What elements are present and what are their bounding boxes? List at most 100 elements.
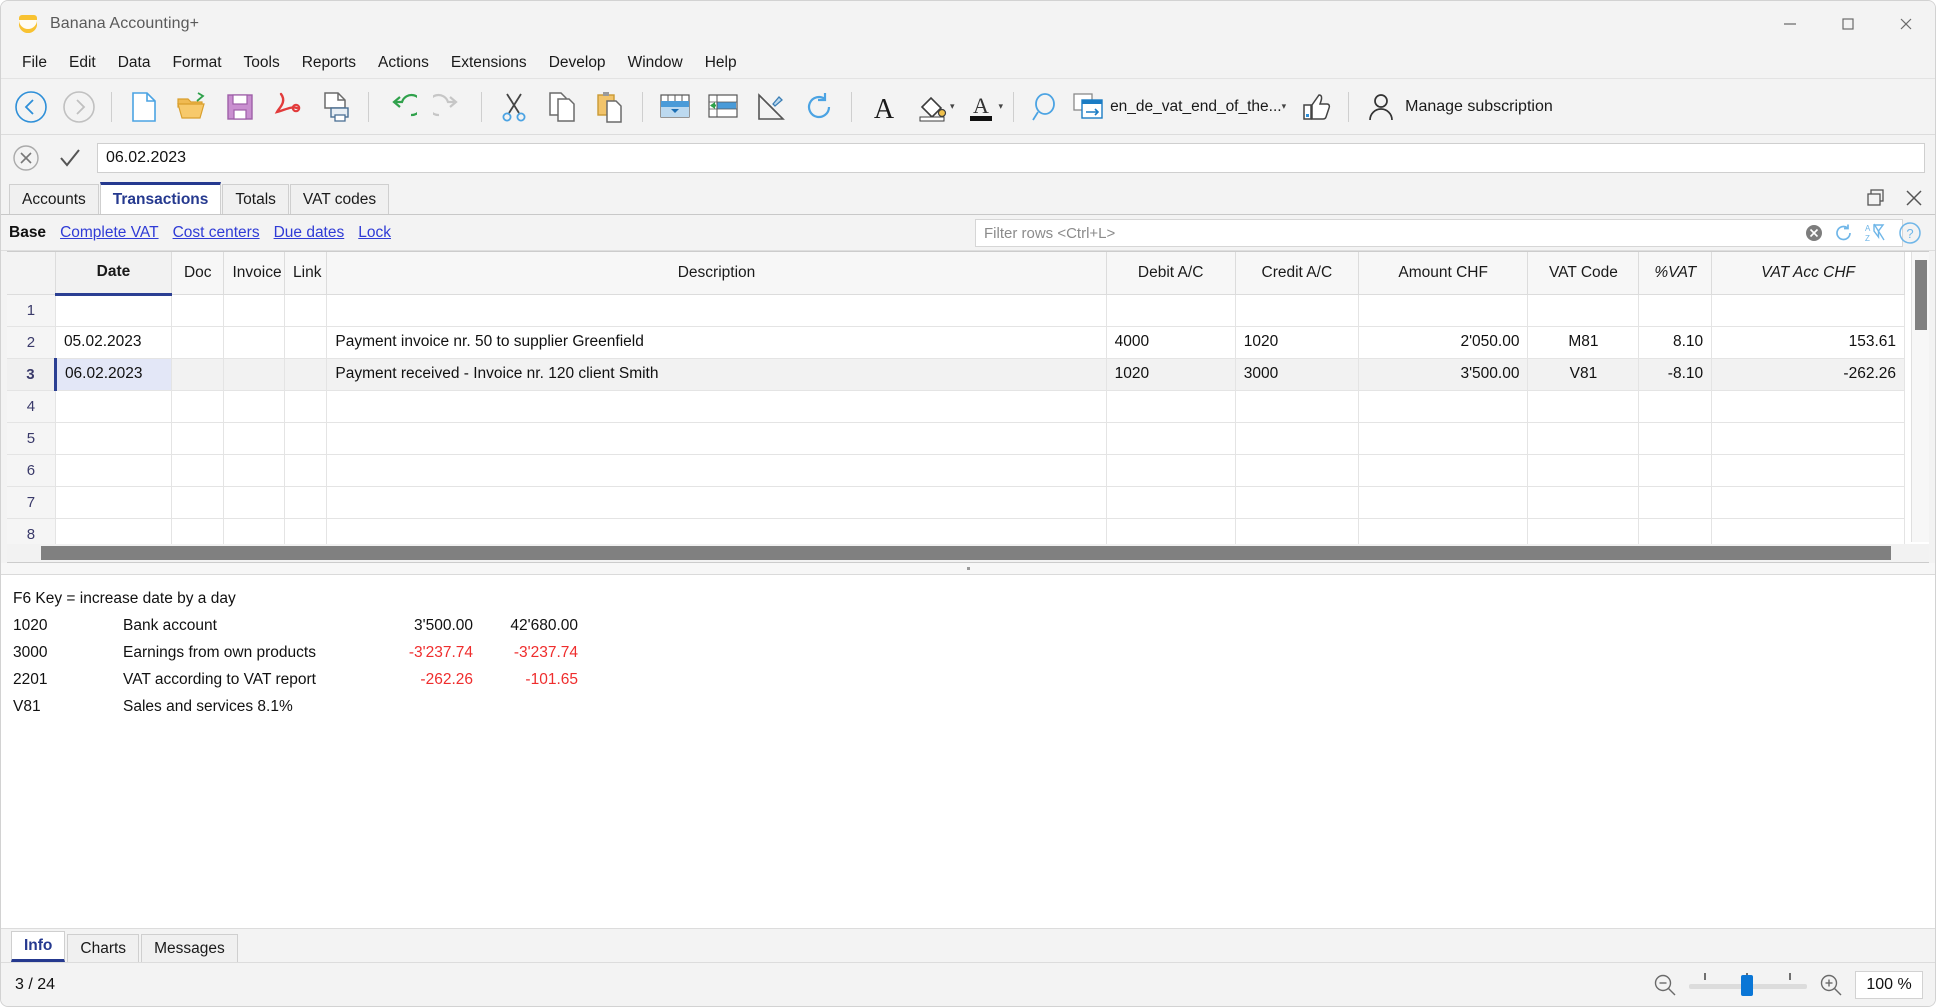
cell-credit[interactable] (1234, 485, 1359, 519)
row-number[interactable]: 7 (7, 485, 56, 519)
chevron-down-icon[interactable]: ▾ (999, 101, 1004, 112)
view-due-dates[interactable]: Due dates (274, 224, 345, 242)
cell-amount[interactable] (1357, 389, 1529, 423)
view-complete-vat[interactable]: Complete VAT (60, 224, 159, 242)
refresh-filter-icon[interactable] (1829, 219, 1859, 247)
table-row[interactable]: 4 (7, 389, 1905, 423)
cell-amount[interactable]: 2'050.00 (1357, 325, 1529, 359)
cell-amount[interactable] (1357, 485, 1529, 519)
cell-doc[interactable] (170, 325, 225, 359)
cell-description[interactable] (326, 453, 1107, 487)
cell-vat-pct[interactable] (1638, 293, 1713, 327)
cell-date[interactable] (54, 485, 173, 519)
cell-credit[interactable] (1234, 453, 1359, 487)
search-icon[interactable] (1022, 83, 1070, 131)
table-row[interactable]: 1 (7, 293, 1905, 327)
cell-debit[interactable] (1105, 485, 1236, 519)
cell-vat-acc[interactable] (1711, 421, 1905, 455)
cell-amount[interactable] (1357, 293, 1529, 327)
zoom-percentage[interactable]: 100 % (1855, 971, 1923, 999)
col-header-vat-acc[interactable]: VAT Acc CHF (1711, 252, 1905, 295)
cancel-circle-icon[interactable] (9, 141, 43, 175)
table-row[interactable]: 5 (7, 421, 1905, 455)
cell-link[interactable] (284, 293, 328, 327)
col-header-date[interactable]: Date (54, 252, 173, 296)
minimize-button[interactable] (1761, 1, 1819, 47)
cell-link[interactable] (284, 357, 328, 391)
cell-vat-code[interactable] (1527, 485, 1640, 519)
chevron-down-icon[interactable]: ▾ (1282, 101, 1287, 112)
pdf-export-icon[interactable] (264, 83, 312, 131)
cell-vat-acc[interactable]: 153.61 (1711, 325, 1905, 359)
menu-item-format[interactable]: Format (161, 50, 232, 76)
cell-credit[interactable] (1234, 389, 1359, 423)
cell-description[interactable] (326, 421, 1107, 455)
cell-vat-acc[interactable]: -262.26 (1711, 357, 1905, 391)
menu-item-actions[interactable]: Actions (367, 50, 440, 76)
cell-vat-pct[interactable]: 8.10 (1638, 325, 1713, 359)
document-selector[interactable]: en_de_vat_end_of_the... ▾ (1070, 88, 1292, 126)
cell-credit[interactable] (1234, 293, 1359, 327)
menu-item-reports[interactable]: Reports (291, 50, 367, 76)
table-row[interactable]: 3 06.02.2023 Payment received - Invoice nr… (7, 357, 1905, 391)
protect-row-icon[interactable] (747, 83, 795, 131)
bottom-tab-info[interactable]: Info (11, 931, 66, 962)
col-header-amount[interactable]: Amount CHF (1357, 252, 1529, 295)
clear-circle-icon[interactable] (1799, 219, 1829, 247)
cell-link[interactable] (284, 389, 328, 423)
cell-amount[interactable] (1357, 453, 1529, 487)
cell-vat-code[interactable]: V81 (1527, 357, 1640, 391)
cell-date[interactable] (54, 453, 173, 487)
cell-value-input[interactable]: 06.02.2023 (97, 143, 1925, 173)
cell-vat-code[interactable]: M81 (1527, 325, 1640, 359)
table-row[interactable]: 6 (7, 453, 1905, 487)
col-header-credit[interactable]: Credit A/C (1234, 252, 1359, 295)
cell-amount[interactable]: 3'500.00 (1357, 357, 1529, 391)
menu-item-develop[interactable]: Develop (538, 50, 617, 76)
row-number[interactable]: 2 (7, 325, 56, 359)
menu-item-data[interactable]: Data (107, 50, 162, 76)
cell-amount[interactable] (1357, 421, 1529, 455)
col-header-debit[interactable]: Debit A/C (1105, 252, 1236, 295)
forward-icon[interactable] (55, 83, 103, 131)
cell-doc[interactable] (170, 389, 225, 423)
close-pane-icon[interactable] (1899, 183, 1929, 213)
cell-date[interactable]: 05.02.2023 (54, 325, 173, 359)
cell-invoice[interactable] (223, 421, 286, 455)
cell-description[interactable] (326, 389, 1107, 423)
cell-description[interactable] (326, 293, 1107, 327)
bottom-tab-messages[interactable]: Messages (141, 934, 238, 962)
paste-icon[interactable] (586, 83, 634, 131)
grid-horizontal-scrollbar[interactable] (7, 544, 1929, 562)
cell-doc[interactable] (170, 421, 225, 455)
cell-date[interactable] (54, 389, 173, 423)
add-row-icon[interactable] (651, 83, 699, 131)
text-color-icon[interactable]: A (957, 83, 1005, 131)
save-floppy-icon[interactable] (216, 83, 264, 131)
cell-invoice[interactable] (223, 357, 286, 391)
col-header-vat-code[interactable]: VAT Code (1527, 252, 1640, 295)
cell-vat-pct[interactable]: -8.10 (1638, 357, 1713, 391)
cell-invoice[interactable] (223, 325, 286, 359)
help-circle-icon[interactable]: ? (1895, 219, 1925, 247)
zoom-in-icon[interactable] (1817, 971, 1845, 999)
sort-az-icon[interactable]: A Z (1859, 219, 1889, 247)
cell-debit[interactable] (1105, 421, 1236, 455)
row-number[interactable]: 3 (7, 357, 56, 391)
redo-icon[interactable] (425, 83, 473, 131)
cell-debit[interactable]: 1020 (1105, 357, 1236, 391)
table-row[interactable]: 7 (7, 485, 1905, 519)
grid-vertical-scrollbar[interactable] (1911, 252, 1929, 542)
cell-description[interactable]: Payment received - Invoice nr. 120 clien… (326, 357, 1107, 391)
cell-date[interactable] (54, 293, 173, 327)
cell-vat-code[interactable] (1527, 389, 1640, 423)
refresh-icon[interactable] (795, 83, 843, 131)
cell-link[interactable] (284, 421, 328, 455)
chevron-down-icon[interactable]: ▾ (950, 101, 955, 112)
cell-vat-acc[interactable] (1711, 389, 1905, 423)
menu-item-edit[interactable]: Edit (58, 50, 107, 76)
table-row[interactable]: 2 05.02.2023 Payment invoice nr. 50 to sup… (7, 325, 1905, 359)
copy-icon[interactable] (538, 83, 586, 131)
col-header-vat-pct[interactable]: %VAT (1638, 252, 1713, 295)
cell-link[interactable] (284, 453, 328, 487)
